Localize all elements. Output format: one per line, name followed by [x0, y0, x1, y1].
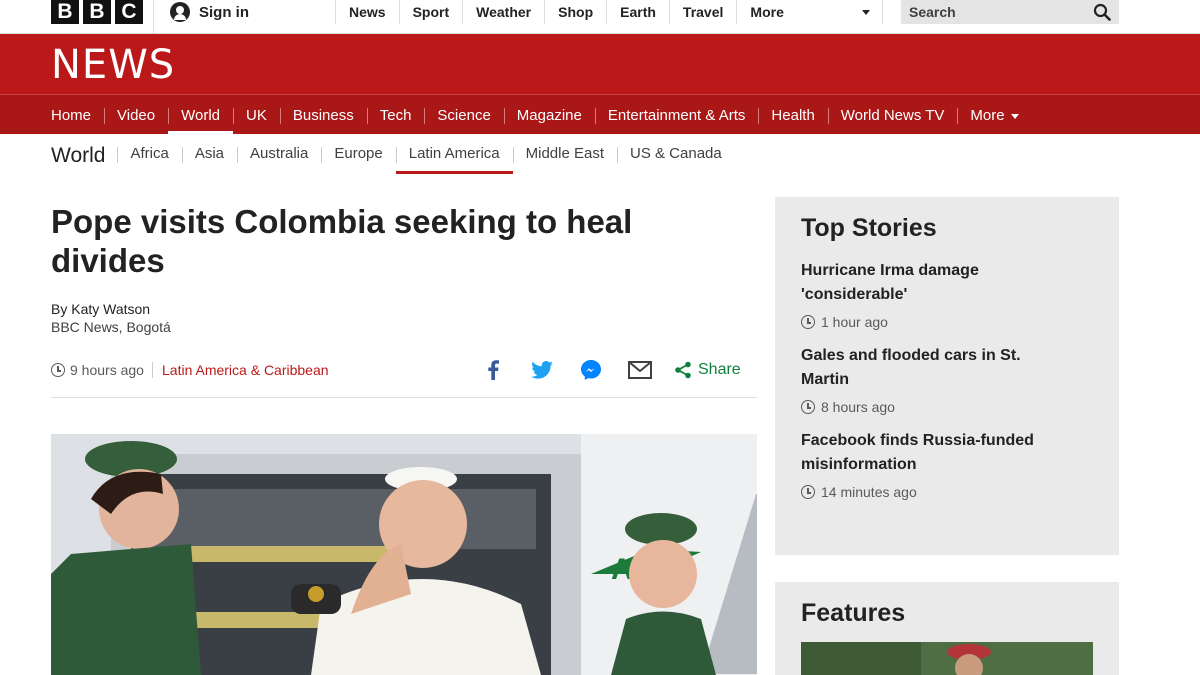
- share-icon: [675, 361, 691, 379]
- pope-boarding-plane-photo: Alit: [51, 434, 757, 675]
- bbc-logo[interactable]: B B C: [51, 0, 143, 24]
- byline: By Katy Watson BBC News, Bogotá: [51, 300, 171, 336]
- story-link[interactable]: Gales and flooded cars in St. Martin: [801, 344, 1071, 392]
- subnav-asia[interactable]: Asia: [181, 138, 237, 174]
- features-panel: Features: [775, 582, 1119, 675]
- subnav-latin-america[interactable]: Latin America: [395, 138, 513, 174]
- clock-icon: [801, 400, 815, 414]
- clock-icon: [51, 363, 65, 377]
- section-nav-magazine[interactable]: Magazine: [504, 95, 595, 135]
- chevron-down-icon: [862, 10, 871, 15]
- chevron-down-icon: [1010, 113, 1019, 119]
- divider: [152, 362, 153, 378]
- timestamp-label: 9 hours ago: [70, 362, 144, 378]
- top-stories-panel: Top Stories Hurricane Irma damage 'consi…: [775, 197, 1119, 555]
- news-wordmark[interactable]: NEWS: [51, 44, 175, 86]
- feature-photo: [801, 642, 1093, 675]
- email-icon[interactable]: [628, 358, 652, 382]
- search-box: [901, 0, 1119, 24]
- global-header: B B C Sign in News Sport Weather Shop Ea…: [0, 0, 1200, 34]
- logo-letter: B: [83, 0, 111, 24]
- global-nav-earth[interactable]: Earth: [606, 0, 669, 24]
- twitter-icon[interactable]: [530, 358, 554, 382]
- section-nav: Home Video World UK Business Tech Scienc…: [0, 94, 1200, 134]
- subnav-australia[interactable]: Australia: [237, 138, 321, 174]
- section-nav-world[interactable]: World: [168, 95, 233, 135]
- clock-icon: [801, 315, 815, 329]
- section-nav-video[interactable]: Video: [104, 95, 168, 135]
- category-link[interactable]: Latin America & Caribbean: [162, 362, 329, 378]
- section-nav-more-label: More: [970, 107, 1005, 124]
- story-time-label: 8 hours ago: [821, 399, 895, 415]
- world-section-title[interactable]: World: [51, 144, 117, 168]
- global-nav-news[interactable]: News: [335, 0, 399, 24]
- story-timestamp: 14 minutes ago: [801, 484, 1093, 500]
- subnav-us-canada[interactable]: US & Canada: [617, 138, 735, 174]
- global-nav-travel[interactable]: Travel: [668, 0, 736, 24]
- clock-icon: [801, 485, 815, 499]
- global-nav: News Sport Weather Shop Earth Travel Mor…: [335, 0, 884, 34]
- story-item: Gales and flooded cars in St. Martin 8 h…: [801, 344, 1093, 415]
- global-nav-shop[interactable]: Shop: [544, 0, 606, 24]
- user-icon: [170, 2, 190, 22]
- top-stories-title: Top Stories: [801, 214, 937, 242]
- subnav-europe[interactable]: Europe: [321, 138, 395, 174]
- global-nav-more-label: More: [750, 4, 784, 20]
- global-nav-sport[interactable]: Sport: [398, 0, 463, 24]
- sign-in-label: Sign in: [199, 3, 249, 21]
- section-nav-health[interactable]: Health: [758, 95, 827, 135]
- story-timestamp: 1 hour ago: [801, 314, 1093, 330]
- story-timestamp: 8 hours ago: [801, 399, 1093, 415]
- section-nav-uk[interactable]: UK: [233, 95, 280, 135]
- story-link[interactable]: Facebook finds Russia-funded misinformat…: [801, 429, 1071, 477]
- world-subnav: World Africa Asia Australia Europe Latin…: [51, 138, 735, 174]
- story-item: Hurricane Irma damage 'considerable' 1 h…: [801, 259, 1093, 330]
- author-name: By Katy Watson: [51, 301, 151, 317]
- messenger-icon[interactable]: [579, 358, 603, 382]
- section-nav-world-news-tv[interactable]: World News TV: [828, 95, 958, 135]
- feature-thumbnail[interactable]: [801, 642, 1093, 675]
- story-time-label: 1 hour ago: [821, 314, 888, 330]
- section-nav-home[interactable]: Home: [38, 95, 104, 135]
- subnav-africa[interactable]: Africa: [117, 138, 181, 174]
- logo-letter: C: [115, 0, 143, 24]
- story-time-label: 14 minutes ago: [821, 484, 917, 500]
- search-icon[interactable]: [1093, 3, 1111, 21]
- article-headline: Pope visits Colombia seeking to heal div…: [51, 203, 633, 279]
- section-nav-entertainment-arts[interactable]: Entertainment & Arts: [595, 95, 759, 135]
- search-input[interactable]: [909, 4, 1079, 20]
- share-tools: Share: [481, 358, 741, 382]
- sign-in-button[interactable]: Sign in: [170, 2, 249, 22]
- facebook-icon[interactable]: [481, 358, 505, 382]
- article-hero-image: Alit: [51, 434, 757, 675]
- news-masthead: NEWS: [0, 34, 1200, 94]
- section-nav-tech[interactable]: Tech: [367, 95, 425, 135]
- logo-letter: B: [51, 0, 79, 24]
- share-label: Share: [698, 361, 741, 378]
- author-location: BBC News, Bogotá: [51, 319, 171, 335]
- global-nav-weather[interactable]: Weather: [462, 0, 544, 24]
- story-link[interactable]: Hurricane Irma damage 'considerable': [801, 259, 1071, 307]
- timestamp: 9 hours ago: [51, 362, 144, 378]
- divider: [153, 0, 154, 34]
- section-nav-science[interactable]: Science: [424, 95, 503, 135]
- section-nav-business[interactable]: Business: [280, 95, 367, 135]
- section-nav-more[interactable]: More: [957, 95, 1031, 135]
- story-item: Facebook finds Russia-funded misinformat…: [801, 429, 1093, 500]
- share-button[interactable]: Share: [674, 361, 741, 379]
- features-title: Features: [801, 599, 906, 627]
- article-meta: 9 hours ago Latin America & Caribbean Sh…: [51, 352, 757, 398]
- global-nav-more[interactable]: More: [736, 0, 884, 24]
- subnav-middle-east[interactable]: Middle East: [512, 138, 617, 174]
